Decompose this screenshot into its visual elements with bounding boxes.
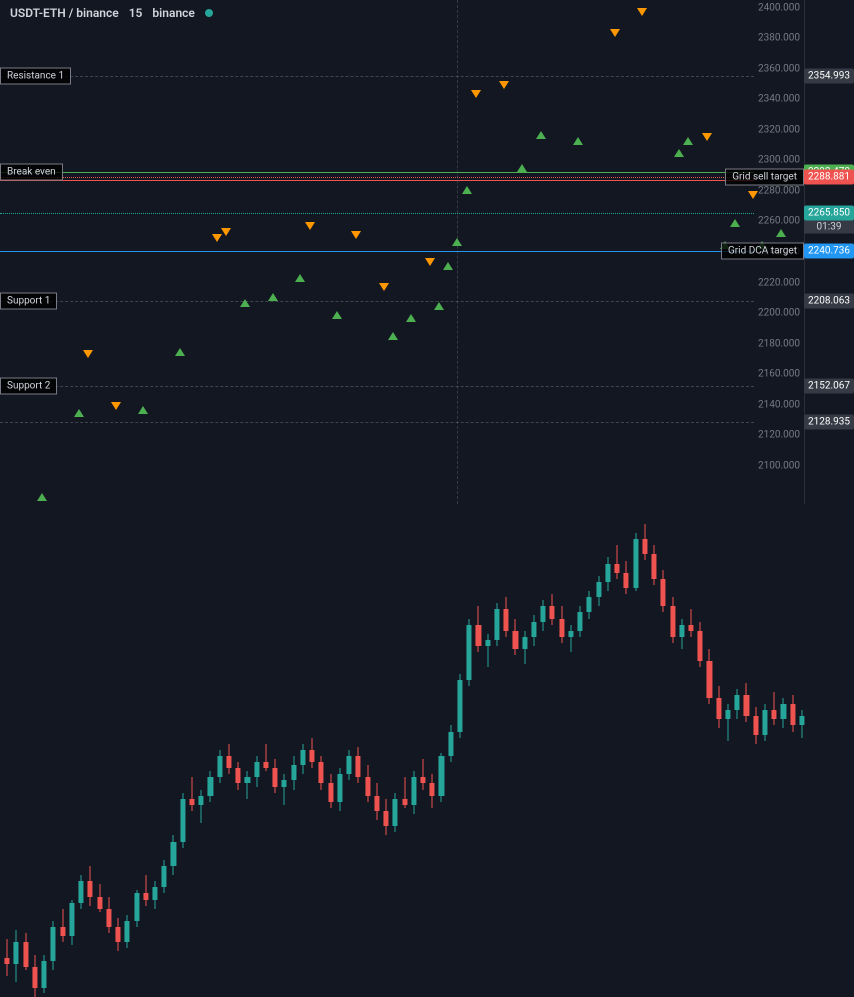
buy-arrow-icon	[683, 137, 693, 145]
buy-arrow-icon	[240, 299, 250, 307]
zone-label: Break even	[0, 163, 63, 180]
sell-arrow-icon	[379, 283, 389, 291]
price-tag: 2288.881	[804, 170, 854, 185]
price-tag: 2128.935	[804, 414, 854, 429]
yaxis-tick: 2120.000	[754, 430, 804, 441]
buy-arrow-icon	[175, 348, 185, 356]
yaxis-tick: 2220.000	[754, 277, 804, 288]
buy-arrow-icon	[37, 493, 47, 501]
buy-arrow-icon	[674, 149, 684, 157]
yaxis-tick: 2300.000	[754, 155, 804, 166]
yaxis-tick: 2360.000	[754, 63, 804, 74]
zone-label: Support 2	[0, 378, 57, 395]
yaxis-tick: 2380.000	[754, 33, 804, 44]
buy-arrow-icon	[388, 332, 398, 340]
zone-label: Support 1	[0, 292, 57, 309]
buy-arrow-icon	[268, 293, 278, 301]
buy-arrow-icon	[517, 164, 527, 172]
yaxis-tick: 2100.000	[754, 460, 804, 471]
sell-arrow-icon	[351, 231, 361, 239]
buy-arrow-icon	[536, 131, 546, 139]
chart-header: USDT-ETH / binance 15 binance	[10, 6, 213, 20]
yaxis-tick: 2160.000	[754, 369, 804, 380]
buy-arrow-icon	[573, 137, 583, 145]
buy-arrow-icon	[730, 219, 740, 227]
yaxis-tick: 2180.000	[754, 338, 804, 349]
buy-arrow-icon	[452, 238, 462, 246]
buy-arrow-icon	[138, 406, 148, 414]
status-dot-icon	[205, 9, 213, 17]
sell-arrow-icon	[637, 8, 647, 16]
buy-arrow-icon	[295, 274, 305, 282]
buy-arrow-icon	[406, 314, 416, 322]
yaxis-tick: 2260.000	[754, 216, 804, 227]
symbol-label[interactable]: USDT-ETH / binance	[10, 6, 119, 20]
bar-countdown: 01:39	[804, 220, 854, 233]
yaxis-tick: 2320.000	[754, 124, 804, 135]
buy-arrow-icon	[462, 186, 472, 194]
sell-arrow-icon	[221, 228, 231, 236]
price-tag: 2265.850	[804, 205, 854, 220]
sell-arrow-icon	[83, 350, 93, 358]
yaxis-tick: 2280.000	[754, 185, 804, 196]
sell-arrow-icon	[305, 222, 315, 230]
sell-arrow-icon	[111, 402, 121, 410]
buy-arrow-icon	[332, 311, 342, 319]
price-tag: 2152.067	[804, 379, 854, 394]
yaxis-tick: 2200.000	[754, 308, 804, 319]
zone-label: Resistance 1	[0, 68, 71, 85]
chart-plot-area[interactable]: Resistance 1 Break even Support 1 Support 2	[0, 0, 804, 504]
grid-target-label: Grid DCA target	[721, 242, 804, 259]
buy-arrow-icon	[434, 302, 444, 310]
buy-arrow-icon	[74, 409, 84, 417]
sell-arrow-icon	[748, 191, 758, 199]
yaxis-tick: 2400.000	[754, 2, 804, 13]
sell-arrow-icon	[610, 29, 620, 37]
buy-arrow-icon	[443, 262, 453, 270]
yaxis-tick: 2140.000	[754, 399, 804, 410]
sell-arrow-icon	[499, 81, 509, 89]
sell-arrow-icon	[471, 90, 481, 98]
buy-arrow-icon	[776, 229, 786, 237]
grid-target-label: Grid sell target	[725, 169, 804, 186]
sell-arrow-icon	[425, 258, 435, 266]
sell-arrow-icon	[702, 133, 712, 141]
price-tag: 2240.736	[804, 243, 854, 258]
yaxis-tick: 2340.000	[754, 94, 804, 105]
exchange-label: binance	[152, 6, 194, 20]
price-tag: 2208.063	[804, 293, 854, 308]
interval-label[interactable]: 15	[129, 6, 143, 20]
price-tag: 2354.993	[804, 69, 854, 84]
